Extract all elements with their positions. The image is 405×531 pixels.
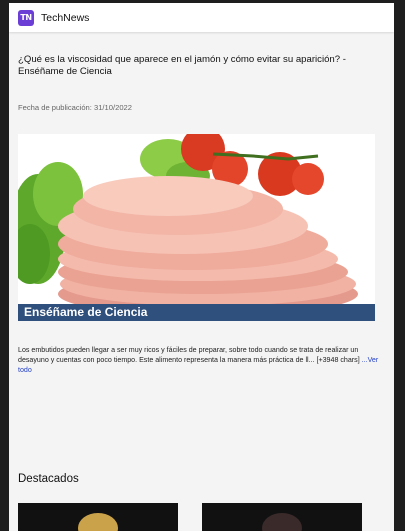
ham-illustration — [18, 134, 375, 321]
app-logo-icon: TN — [18, 9, 34, 26]
featured-card-1[interactable] — [18, 503, 178, 531]
thumbnail-image — [262, 513, 302, 531]
article-title: ¿Qué es la viscosidad que aparece en el … — [18, 54, 346, 77]
image-banner: Enséñame de Ciencia — [18, 304, 375, 321]
excerpt-text: Los embutidos pueden llegar a ser muy ri… — [18, 346, 362, 365]
article-excerpt: Los embutidos pueden llegar a ser muy ri… — [18, 345, 384, 376]
app-screen: TN TechNews ¿Qué es la viscosidad que ap… — [9, 3, 394, 531]
app-title: TechNews — [41, 11, 90, 24]
featured-section-title: Destacados — [18, 473, 79, 485]
publication-date: Fecha de publicación: 31/10/2022 — [18, 103, 132, 112]
article-content: ¿Qué es la viscosidad que aparece en el … — [9, 54, 394, 376]
article-image[interactable]: Enséñame de Ciencia — [18, 134, 375, 321]
thumbnail-image — [78, 513, 118, 531]
app-bar: TN TechNews — [9, 3, 394, 32]
featured-card-2[interactable] — [202, 503, 362, 531]
